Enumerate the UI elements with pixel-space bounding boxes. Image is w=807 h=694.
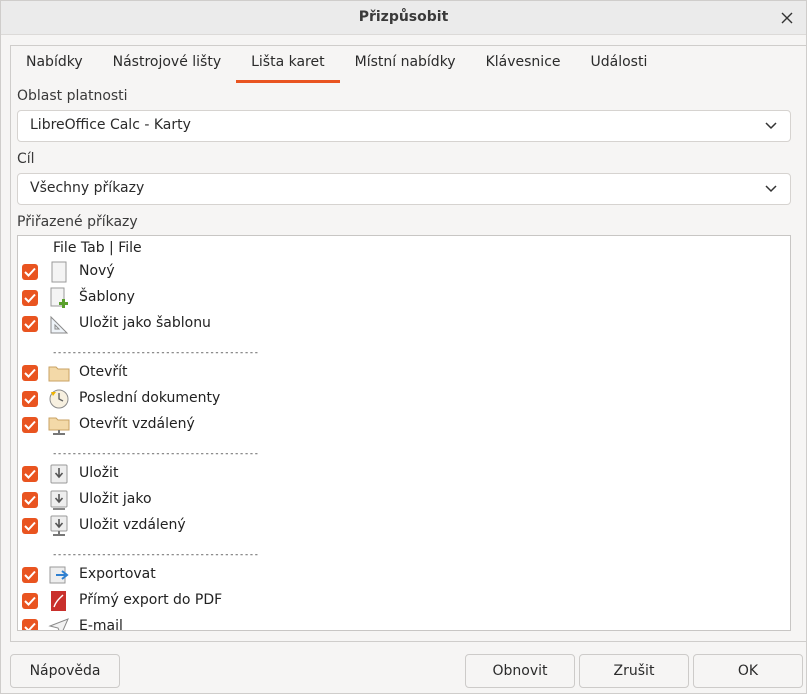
target-select-value: Všechny příkazy — [30, 180, 145, 196]
close-icon — [781, 12, 793, 24]
item-checkbox[interactable] — [22, 290, 38, 306]
list-item[interactable]: Přímý export do PDF — [18, 589, 790, 615]
item-checkbox[interactable] — [22, 492, 38, 508]
remote-folder-icon — [48, 417, 70, 435]
list-item[interactable]: Uložit jako šablonu — [18, 312, 790, 338]
item-label: Poslední dokumenty — [79, 390, 221, 406]
assigned-commands-label: Přiřazené příkazy — [17, 214, 138, 230]
save-icon — [50, 464, 68, 484]
scope-select[interactable]: LibreOffice Calc - Karty — [17, 110, 791, 142]
chevron-down-icon — [765, 122, 777, 130]
item-label: Uložit jako šablonu — [79, 315, 211, 331]
save-as-template-icon — [50, 315, 69, 334]
list-item[interactable]: Uložit jako — [18, 488, 790, 514]
assigned-commands-list[interactable]: File Tab | File Nový Šablony Uložit jako… — [17, 235, 791, 631]
item-checkbox[interactable] — [22, 391, 38, 407]
group-header-row: File Tab | File — [18, 236, 790, 262]
item-label: Šablony — [79, 289, 135, 305]
new-document-icon — [51, 261, 67, 283]
item-checkbox[interactable] — [22, 365, 38, 381]
list-item[interactable]: Uložit vzdálený — [18, 514, 790, 540]
item-label: Otevřít vzdálený — [79, 416, 195, 432]
item-checkbox[interactable] — [22, 593, 38, 609]
help-button[interactable]: Nápověda — [10, 654, 120, 688]
reset-button[interactable]: Obnovit — [465, 654, 575, 688]
item-label: Uložit — [79, 465, 119, 481]
item-label: Nový — [79, 263, 115, 279]
list-item[interactable]: Otevřít vzdálený — [18, 413, 790, 439]
templates-icon — [50, 287, 68, 308]
item-checkbox[interactable] — [22, 567, 38, 583]
separator-row: ----------------------------------------… — [18, 336, 790, 362]
separator-row: ----------------------------------------… — [18, 437, 790, 463]
item-label: Uložit vzdálený — [79, 517, 186, 533]
list-item[interactable]: E-mail — [18, 615, 790, 631]
customize-dialog: Přizpůsobit Nabídky Nástrojové lišty Liš… — [0, 0, 807, 694]
close-button[interactable] — [776, 7, 798, 29]
cancel-button[interactable]: Zrušit — [579, 654, 689, 688]
item-checkbox[interactable] — [22, 518, 38, 534]
item-label: Přímý export do PDF — [79, 592, 223, 608]
tab-context-menus[interactable]: Místní nabídky — [340, 46, 471, 82]
export-icon — [49, 566, 69, 584]
tab-menus[interactable]: Nabídky — [11, 46, 98, 82]
list-item[interactable]: Exportovat — [18, 563, 790, 589]
target-select[interactable]: Všechny příkazy — [17, 173, 791, 205]
tab-toolbars[interactable]: Nástrojové lišty — [98, 46, 237, 82]
title-bar: Přizpůsobit — [1, 1, 806, 35]
list-item[interactable]: Šablony — [18, 286, 790, 312]
item-checkbox[interactable] — [22, 316, 38, 332]
item-checkbox[interactable] — [22, 264, 38, 280]
item-label: Uložit jako — [79, 491, 152, 507]
save-remote-icon — [50, 515, 68, 536]
list-item[interactable]: Poslední dokumenty — [18, 387, 790, 413]
tab-notebookbar[interactable]: Lišta karet — [236, 46, 340, 83]
group-header: File Tab | File — [53, 240, 142, 256]
pdf-icon — [51, 591, 66, 611]
item-label: Exportovat — [79, 566, 156, 582]
item-checkbox[interactable] — [22, 619, 38, 630]
ok-button[interactable]: OK — [693, 654, 803, 688]
tab-bar: Nabídky Nástrojové lišty Lišta karet Mís… — [11, 46, 663, 83]
tab-events[interactable]: Události — [576, 46, 663, 82]
item-label: Otevřít — [79, 364, 128, 380]
list-item[interactable]: Otevřít — [18, 361, 790, 387]
item-checkbox[interactable] — [22, 466, 38, 482]
list-item[interactable]: Nový — [18, 260, 790, 286]
dialog-title: Přizpůsobit — [358, 9, 449, 25]
target-label: Cíl — [17, 151, 35, 167]
separator-row: ----------------------------------------… — [18, 538, 790, 564]
tab-keyboard[interactable]: Klávesnice — [471, 46, 576, 82]
separator: ----------------------------------------… — [52, 449, 259, 459]
separator: ----------------------------------------… — [52, 550, 259, 560]
separator: ----------------------------------------… — [52, 348, 259, 358]
scope-label: Oblast platnosti — [17, 88, 128, 104]
clock-icon — [49, 389, 69, 409]
save-as-icon — [50, 490, 68, 510]
email-icon — [48, 618, 69, 630]
list-item[interactable]: Uložit — [18, 462, 790, 488]
chevron-down-icon — [765, 185, 777, 193]
folder-icon — [48, 366, 70, 382]
scope-select-value: LibreOffice Calc - Karty — [30, 117, 191, 133]
item-label: E-mail — [79, 618, 123, 631]
item-checkbox[interactable] — [22, 417, 38, 433]
